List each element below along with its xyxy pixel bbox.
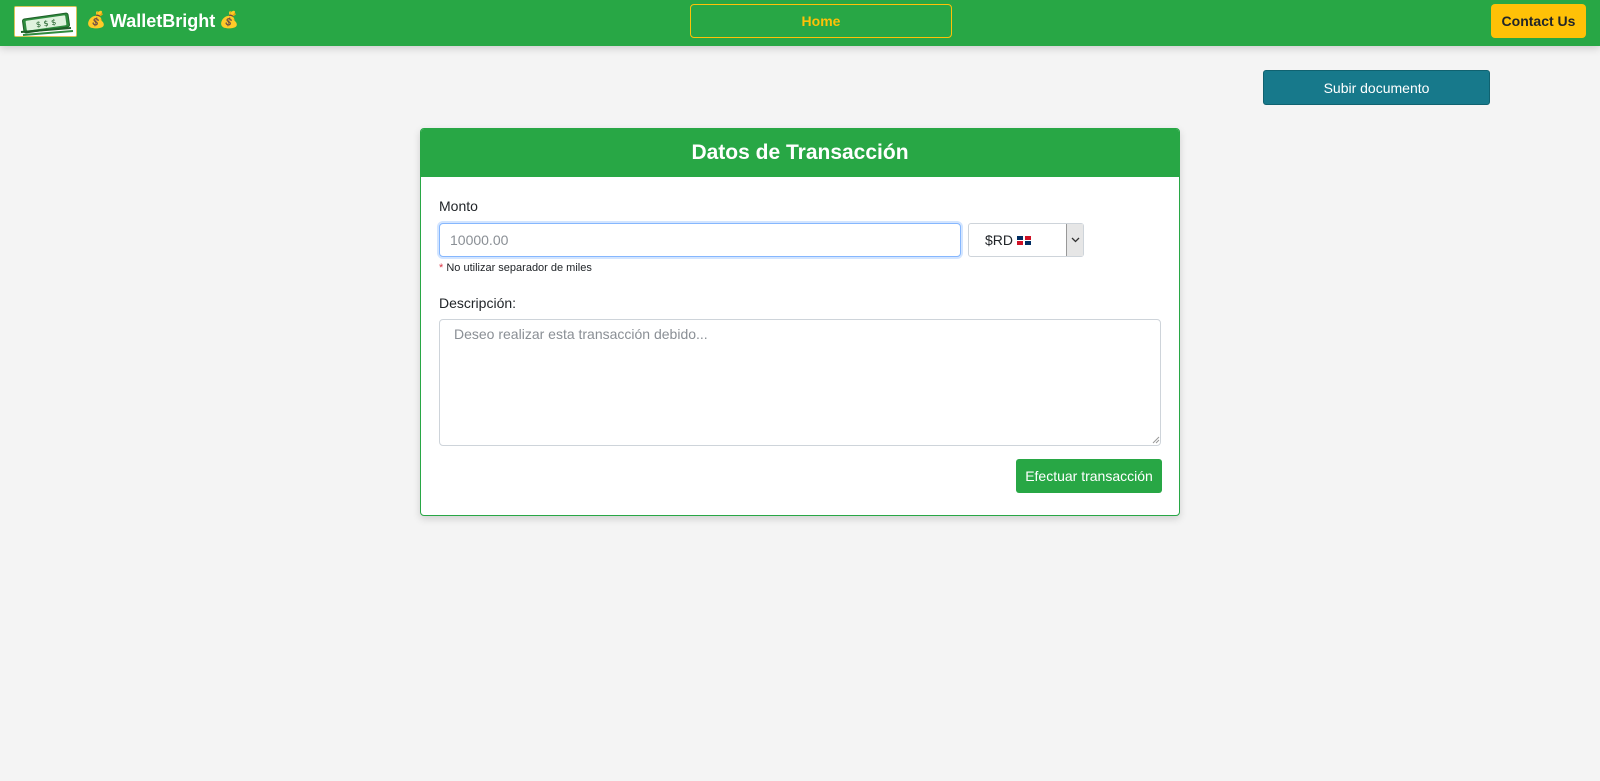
upload-document-button[interactable]: Subir documento bbox=[1263, 70, 1490, 105]
currency-value: $RD bbox=[969, 232, 1066, 248]
brand-name: WalletBright bbox=[109, 10, 216, 31]
amount-hint: * No utilizar separador de miles bbox=[439, 262, 592, 274]
cash-logo-icon: $ $ $ bbox=[15, 7, 76, 36]
money-bag-icon: 💰 bbox=[86, 12, 106, 29]
hint-text: No utilizar separador de miles bbox=[446, 262, 592, 274]
contact-us-button[interactable]: Contact Us bbox=[1491, 4, 1586, 38]
money-bag-icon: 💰 bbox=[219, 12, 240, 29]
amount-input[interactable] bbox=[439, 223, 961, 257]
currency-select[interactable]: $RD bbox=[968, 223, 1084, 257]
description-textarea[interactable] bbox=[439, 319, 1161, 446]
card-title: Datos de Transacción bbox=[691, 141, 909, 164]
brand[interactable]: 💰 WalletBright 💰 bbox=[86, 9, 239, 33]
navbar: $ $ $ 💰 WalletBright 💰 Home Contact Us bbox=[0, 0, 1600, 46]
home-button[interactable]: Home bbox=[690, 4, 952, 38]
submit-transaction-button[interactable]: Efectuar transacción bbox=[1016, 459, 1162, 493]
description-label: Descripción: bbox=[439, 295, 517, 311]
chevron-down-icon[interactable] bbox=[1066, 224, 1083, 256]
required-star: * bbox=[439, 262, 444, 274]
currency-code: $RD bbox=[985, 232, 1014, 248]
dominican-republic-flag-icon bbox=[1017, 235, 1032, 245]
logo[interactable]: $ $ $ bbox=[14, 6, 77, 37]
transaction-card: Datos de Transacción Monto $RD * bbox=[420, 128, 1180, 516]
card-header: Datos de Transacción bbox=[421, 129, 1179, 177]
resize-grip-icon[interactable] bbox=[1151, 435, 1160, 444]
card-body: Monto $RD * No utilizar separador de mi bbox=[421, 177, 1179, 515]
amount-label: Monto bbox=[439, 198, 478, 214]
